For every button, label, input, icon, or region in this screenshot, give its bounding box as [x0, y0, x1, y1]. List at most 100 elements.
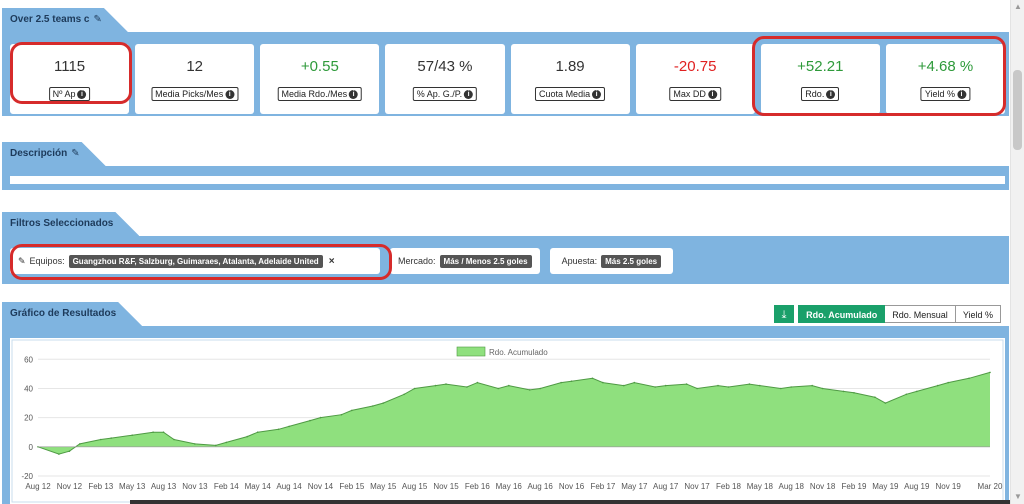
area-fill	[38, 372, 990, 455]
stat-label: Media Picks/Mes i	[151, 87, 239, 101]
data-point	[528, 389, 531, 391]
scroll-thumb[interactable]	[1013, 70, 1022, 150]
scroll-up-icon[interactable]: ▲	[1011, 0, 1024, 14]
x-tick-label: May 14	[245, 482, 272, 491]
data-point	[79, 443, 81, 445]
x-tick-label: Mar 20	[978, 482, 1003, 491]
stat-card: 12 Media Picks/Mes i	[135, 44, 255, 114]
legend-swatch	[456, 346, 486, 357]
data-point	[821, 387, 824, 390]
x-tick-label: Aug 15	[402, 482, 428, 491]
data-point	[434, 384, 437, 387]
data-point	[811, 384, 813, 387]
y-tick-label: 20	[24, 414, 33, 423]
pencil-icon[interactable]: ✎	[71, 142, 79, 166]
x-tick-label: Nov 13	[182, 482, 208, 491]
close-icon[interactable]: ×	[329, 256, 335, 267]
y-tick-label: 60	[24, 355, 33, 364]
data-point	[916, 390, 918, 393]
info-icon[interactable]: i	[349, 89, 359, 99]
data-point	[591, 377, 594, 380]
stat-card: 1115 Nº Ap i	[10, 44, 130, 114]
stat-value: -20.75	[673, 58, 717, 75]
rdo-acumulado-button[interactable]: Rdo. Acumulado	[798, 305, 886, 323]
data-point	[664, 384, 667, 387]
data-point	[696, 387, 698, 390]
data-point	[780, 387, 782, 390]
info-icon[interactable]: i	[957, 89, 967, 99]
data-point	[277, 428, 280, 431]
x-tick-label: Feb 18	[716, 482, 741, 491]
data-point	[288, 425, 290, 428]
stat-label-text: % Ap. G./P.	[416, 89, 463, 99]
data-point	[351, 409, 353, 412]
data-point	[842, 390, 845, 393]
data-point	[623, 384, 625, 387]
data-point	[340, 413, 343, 416]
data-point	[194, 443, 196, 445]
stat-label-text: Yield %	[924, 89, 956, 99]
data-point	[936, 384, 939, 387]
data-point	[100, 438, 102, 441]
data-point	[633, 381, 636, 384]
chart-mode-group: Rdo. Acumulado Rdo. Mensual Yield %	[798, 305, 1001, 323]
data-point	[989, 371, 991, 374]
chart-panel: Gráfico de Resultados ⤓ Rdo. Acumulado R…	[2, 302, 1009, 504]
stat-value: +4.68 %	[917, 58, 974, 75]
data-point	[372, 405, 374, 407]
filters-row: ✎ Equipos: Guangzhou R&F, Salzburg, Guim…	[10, 248, 674, 274]
filter-mercado: Mercado: Más / Menos 2.5 goles	[390, 248, 540, 274]
description-panel: Descripción ✎	[2, 142, 1009, 190]
x-tick-label: Aug 17	[653, 482, 679, 491]
info-icon[interactable]: i	[707, 89, 717, 99]
yield-button[interactable]: Yield %	[955, 305, 1001, 323]
data-point	[413, 387, 416, 390]
data-point	[968, 377, 970, 380]
x-tick-label: Aug 18	[779, 482, 805, 491]
download-icon[interactable]: ⤓	[774, 305, 795, 323]
data-point	[947, 381, 949, 384]
stat-label: Nº Ap i	[48, 87, 91, 101]
page-scrollbar[interactable]: ▲ ▼	[1010, 0, 1024, 504]
description-body	[10, 176, 1005, 184]
filters-panel: Filtros Seleccionados ✎ Equipos: Guangzh…	[2, 212, 1009, 284]
data-point	[602, 381, 604, 384]
y-tick-label: 0	[29, 443, 34, 452]
info-icon[interactable]: i	[826, 89, 836, 99]
filters-tab: Filtros Seleccionados	[2, 212, 139, 236]
data-point	[508, 384, 510, 387]
x-tick-label: Feb 17	[590, 482, 615, 491]
x-tick-label: May 17	[621, 482, 648, 491]
x-tick-label: Nov 14	[308, 482, 334, 491]
stat-label: Rdo. i	[801, 87, 840, 101]
data-point	[717, 384, 719, 387]
pencil-icon[interactable]: ✎	[94, 8, 102, 32]
filter-equipos[interactable]: ✎ Equipos: Guangzhou R&F, Salzburg, Guim…	[10, 248, 380, 274]
data-point	[58, 453, 60, 455]
stat-card: 1.89 Cuota Media i	[510, 44, 630, 114]
rdo-mensual-button[interactable]: Rdo. Mensual	[885, 305, 956, 323]
results-chart: -20 0 20 40 60 Aug 12 Nov 12 Feb 13 May 13 Aug 13…	[11, 339, 1004, 503]
data-point	[403, 393, 406, 396]
stat-value: +52.21	[797, 58, 844, 75]
stat-value: 1.89	[555, 58, 585, 75]
info-icon[interactable]: i	[592, 89, 602, 99]
info-icon[interactable]: i	[77, 89, 87, 99]
stat-label: % Ap. G./P. i	[412, 87, 478, 101]
pencil-icon[interactable]: ✎	[18, 256, 26, 267]
bottom-strip	[130, 500, 1010, 504]
chart-toolbar: ⤓ Rdo. Acumulado Rdo. Mensual Yield %	[774, 305, 1001, 323]
data-point	[539, 387, 541, 390]
x-tick-label: Feb 19	[842, 482, 867, 491]
stats-row: 1115 Nº Ap i 12 Media Picks/Mes i +0.55 Media R…	[10, 44, 1005, 114]
stat-card: +0.55 Media Rdo./Mes i	[260, 44, 380, 114]
filter-mercado-label: Mercado:	[398, 256, 436, 266]
data-point	[162, 431, 165, 433]
data-point	[152, 431, 154, 433]
data-point	[382, 402, 385, 404]
scroll-down-icon[interactable]: ▼	[1011, 490, 1024, 504]
info-icon[interactable]: i	[464, 89, 474, 99]
filter-equipos-label: Equipos:	[29, 256, 65, 266]
info-icon[interactable]: i	[225, 89, 235, 99]
data-point	[225, 441, 228, 444]
